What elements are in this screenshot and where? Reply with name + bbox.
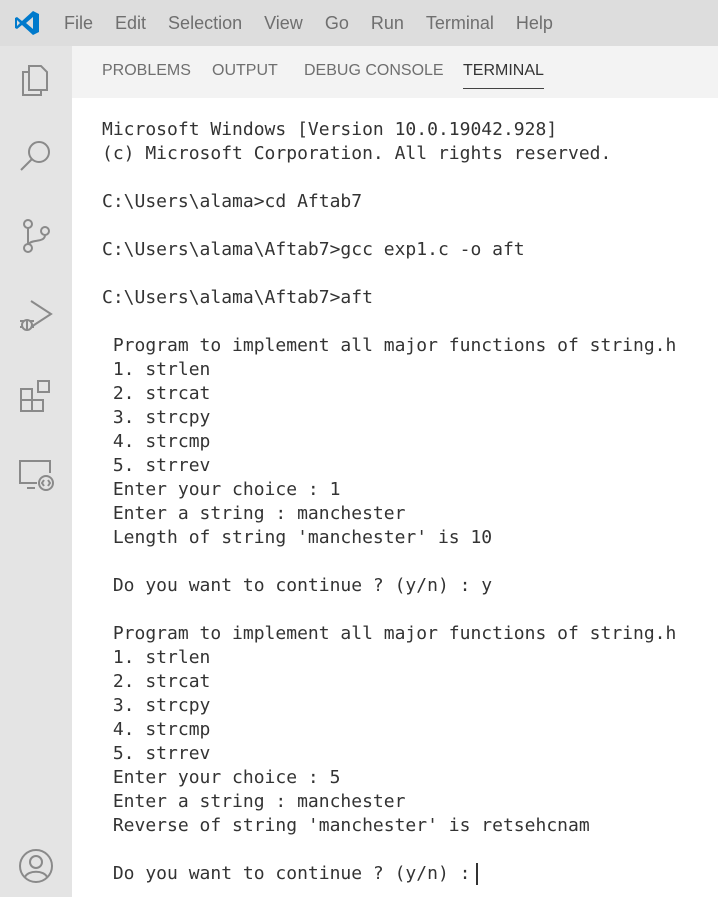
terminal-line: 5. strrev bbox=[102, 742, 676, 766]
extensions-icon bbox=[20, 380, 50, 412]
terminal-line: C:\Users\alama\Aftab7>gcc exp1.c -o aft bbox=[102, 238, 676, 262]
tab-terminal[interactable]: TERMINAL bbox=[463, 62, 544, 89]
terminal-line: Length of string 'manchester' is 10 bbox=[102, 526, 676, 550]
terminal-line-text: Program to implement all major functions… bbox=[102, 335, 677, 356]
explorer-icon bbox=[22, 65, 48, 96]
terminal-line-text: 4. strcmp bbox=[102, 431, 211, 452]
terminal-line-text: C:\Users\alama\Aftab7>gcc exp1.c -o aft bbox=[102, 239, 525, 260]
terminal-line-text: 5. strrev bbox=[102, 743, 211, 764]
menu-help[interactable]: Help bbox=[516, 13, 553, 34]
terminal-line-text: 1. strlen bbox=[102, 647, 211, 668]
menu-terminal[interactable]: Terminal bbox=[426, 13, 494, 34]
activity-run-debug[interactable] bbox=[0, 284, 72, 348]
terminal-line-text: Enter your choice : 1 bbox=[102, 479, 341, 500]
terminal-line-text: Do you want to continue ? (y/n) : y bbox=[102, 575, 493, 596]
terminal-line-text: 2. strcat bbox=[102, 671, 211, 692]
terminal-line: C:\Users\alama>cd Aftab7 bbox=[102, 190, 676, 214]
terminal-cursor bbox=[476, 863, 479, 885]
terminal-line: 1. strlen bbox=[102, 646, 676, 670]
activity-account[interactable] bbox=[0, 834, 72, 898]
vscode-logo-icon bbox=[15, 11, 39, 35]
terminal-line: 3. strcpy bbox=[102, 694, 676, 718]
terminal-line-text: Enter your choice : 5 bbox=[102, 767, 341, 788]
terminal-line-text: Do you want to continue ? (y/n) : bbox=[102, 863, 471, 884]
activity-bar bbox=[0, 46, 72, 897]
menu-run[interactable]: Run bbox=[371, 13, 404, 34]
tab-problems[interactable]: PROBLEMS bbox=[102, 62, 191, 88]
terminal-line-text: Length of string 'manchester' is 10 bbox=[102, 527, 493, 548]
terminal-line: Enter your choice : 5 bbox=[102, 766, 676, 790]
terminal-line-text: 4. strcmp bbox=[102, 719, 211, 740]
tab-debug-console[interactable]: DEBUG CONSOLE bbox=[304, 62, 444, 88]
terminal-line-text: (c) Microsoft Corporation. All rights re… bbox=[102, 143, 612, 164]
terminal-line: 5. strrev bbox=[102, 454, 676, 478]
terminal-line-text: 2. strcat bbox=[102, 383, 211, 404]
terminal-line-text: Enter a string : manchester bbox=[102, 503, 406, 524]
terminal-line-text: Program to implement all major functions… bbox=[102, 623, 677, 644]
terminal-line: Do you want to continue ? (y/n) : y bbox=[102, 574, 676, 598]
terminal-line-text: C:\Users\alama\Aftab7>aft bbox=[102, 287, 373, 308]
terminal-line: Enter a string : manchester bbox=[102, 790, 676, 814]
terminal-line: Program to implement all major functions… bbox=[102, 622, 677, 646]
terminal-line-text: 3. strcpy bbox=[102, 695, 211, 716]
activity-source-control[interactable] bbox=[0, 204, 72, 268]
terminal-line: Enter a string : manchester bbox=[102, 502, 676, 526]
terminal-line: 2. strcat bbox=[102, 382, 676, 406]
panel-tabs: PROBLEMS OUTPUT DEBUG CONSOLE TERMINAL bbox=[72, 46, 718, 98]
menu-file[interactable]: File bbox=[64, 13, 93, 34]
activity-explorer[interactable] bbox=[0, 48, 72, 112]
terminal-line-text: Enter a string : manchester bbox=[102, 791, 406, 812]
terminal-output: Microsoft Windows [Version 10.0.19042.92… bbox=[102, 118, 676, 886]
menu-selection[interactable]: Selection bbox=[168, 13, 242, 34]
terminal-line: 1. strlen bbox=[102, 358, 676, 382]
terminal-line: Program to implement all major functions… bbox=[102, 334, 677, 358]
source-control-icon bbox=[23, 219, 50, 253]
terminal-line: (c) Microsoft Corporation. All rights re… bbox=[102, 142, 676, 166]
menu-view[interactable]: View bbox=[264, 13, 303, 34]
title-bar: File Edit Selection View Go Run Terminal… bbox=[0, 0, 718, 46]
account-icon bbox=[19, 849, 53, 883]
terminal-line-text: Reverse of string 'manchester' is retseh… bbox=[102, 815, 590, 836]
terminal-line: Reverse of string 'manchester' is retseh… bbox=[102, 814, 676, 838]
terminal-line-text: Microsoft Windows [Version 10.0.19042.92… bbox=[102, 119, 558, 140]
terminal-line-text: 1. strlen bbox=[102, 359, 211, 380]
menu-edit[interactable]: Edit bbox=[115, 13, 146, 34]
terminal-line-text: 3. strcpy bbox=[102, 407, 211, 428]
terminal-line: C:\Users\alama\Aftab7>aft bbox=[102, 286, 676, 310]
terminal-line: 2. strcat bbox=[102, 670, 676, 694]
panel: PROBLEMS OUTPUT DEBUG CONSOLE TERMINAL M… bbox=[72, 46, 718, 897]
activity-remote-explorer[interactable] bbox=[0, 442, 72, 506]
menu-bar: File Edit Selection View Go Run Terminal… bbox=[64, 0, 575, 46]
terminal-line: Microsoft Windows [Version 10.0.19042.92… bbox=[102, 118, 676, 142]
terminal-line: Do you want to continue ? (y/n) : bbox=[102, 862, 676, 886]
terminal-line: 3. strcpy bbox=[102, 406, 676, 430]
terminal-line-text: C:\Users\alama>cd Aftab7 bbox=[102, 191, 363, 212]
run-debug-icon bbox=[20, 300, 53, 331]
remote-explorer-icon bbox=[19, 460, 54, 491]
activity-search[interactable] bbox=[0, 124, 72, 188]
menu-go[interactable]: Go bbox=[325, 13, 349, 34]
terminal-line: Enter your choice : 1 bbox=[102, 478, 676, 502]
tab-output[interactable]: OUTPUT bbox=[212, 62, 278, 88]
terminal-line-text: 5. strrev bbox=[102, 455, 211, 476]
terminal-line: 4. strcmp bbox=[102, 430, 676, 454]
terminal-view[interactable]: Microsoft Windows [Version 10.0.19042.92… bbox=[72, 98, 718, 897]
terminal-line: 4. strcmp bbox=[102, 718, 676, 742]
search-icon bbox=[20, 141, 50, 171]
activity-extensions[interactable] bbox=[0, 364, 72, 428]
